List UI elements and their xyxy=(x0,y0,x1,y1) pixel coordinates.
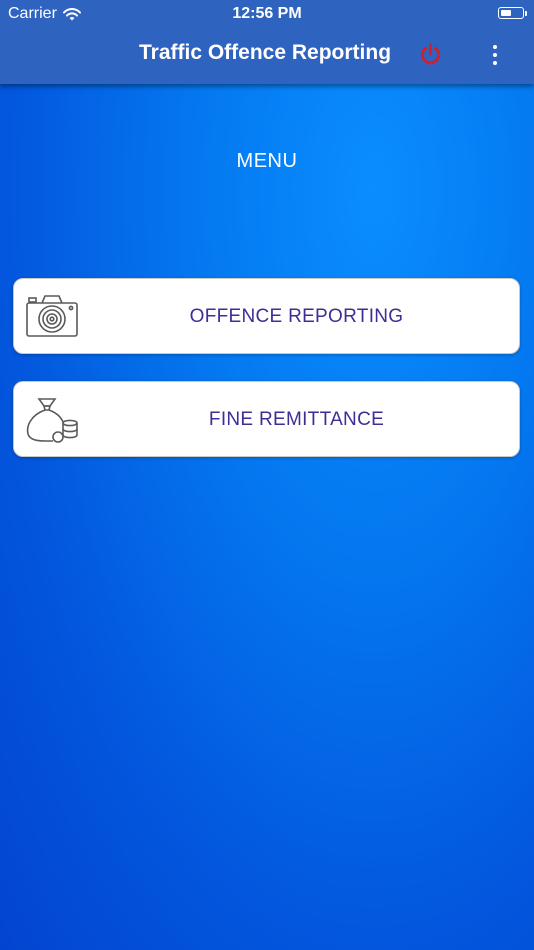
camera-icon xyxy=(26,295,78,337)
fine-remittance-label: FINE REMITTANCE xyxy=(208,409,385,430)
app-bar: Carrier 12:56 PM Traffic Offence Reporti… xyxy=(0,0,534,84)
power-icon[interactable] xyxy=(418,42,443,67)
more-vertical-icon[interactable] xyxy=(484,43,506,67)
battery-level xyxy=(500,9,511,16)
status-bar: Carrier 12:56 PM xyxy=(0,0,534,28)
menu-title: MENU xyxy=(236,150,298,172)
offence-reporting-button[interactable]: OFFENCE REPORTING xyxy=(13,278,520,354)
offence-reporting-label: OFFENCE REPORTING xyxy=(189,306,404,327)
money-bag-icon xyxy=(26,398,78,443)
app-screen: Carrier 12:56 PM Traffic Offence Reporti… xyxy=(0,0,534,950)
fine-remittance-button[interactable]: FINE REMITTANCE xyxy=(13,381,520,457)
battery-icon xyxy=(498,7,527,19)
app-title: Traffic Offence Reporting xyxy=(138,41,392,64)
status-time: 12:56 PM xyxy=(232,5,302,22)
